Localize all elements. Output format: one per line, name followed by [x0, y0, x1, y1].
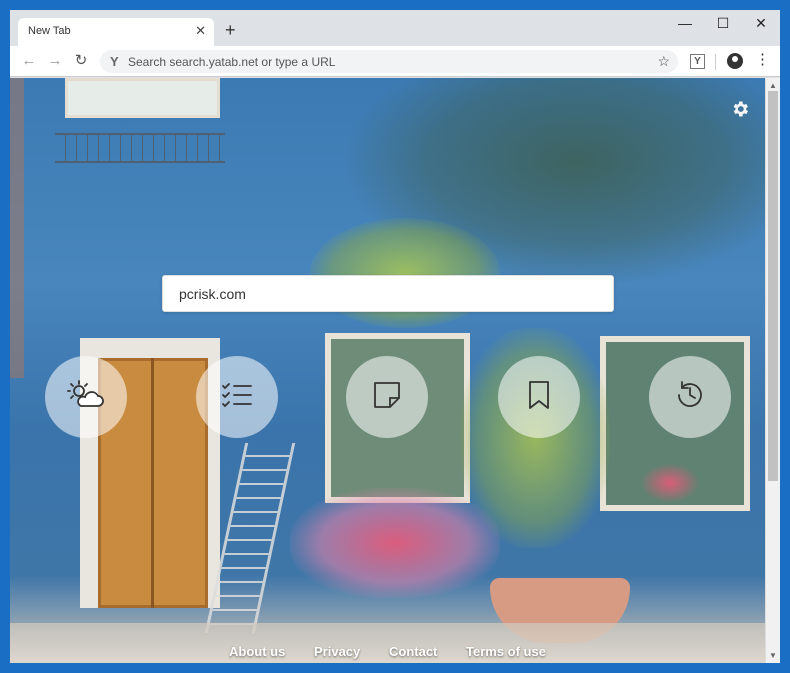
- back-button[interactable]: ←: [20, 53, 38, 69]
- history-button[interactable]: [649, 356, 731, 438]
- weather-button[interactable]: [45, 356, 127, 438]
- history-icon: [674, 379, 706, 416]
- background-flowers: [290, 488, 500, 598]
- background-wall: [10, 78, 24, 378]
- maximize-button[interactable]: ☐: [713, 16, 733, 30]
- star-icon[interactable]: ☆: [657, 53, 670, 70]
- background-window: [65, 78, 220, 118]
- weather-icon: [67, 379, 105, 415]
- bookmarks-button[interactable]: [498, 356, 580, 438]
- checklist-icon: [221, 381, 253, 414]
- todo-button[interactable]: [196, 356, 278, 438]
- tab-close-icon[interactable]: ✕: [195, 24, 206, 38]
- minimize-button[interactable]: —: [675, 16, 695, 30]
- extension-icon[interactable]: Y: [690, 54, 705, 69]
- search-input-value: pcrisk.com: [179, 286, 246, 302]
- terms-link[interactable]: Terms of use: [466, 644, 546, 659]
- scroll-up-icon[interactable]: ▲: [769, 81, 777, 90]
- close-window-button[interactable]: ✕: [751, 16, 771, 30]
- address-placeholder: Search search.yatab.net or type a URL: [128, 55, 336, 69]
- menu-icon[interactable]: ⋮: [755, 52, 770, 68]
- search-input[interactable]: pcrisk.com: [162, 275, 614, 312]
- about-us-link[interactable]: About us: [229, 644, 285, 659]
- title-bar: New Tab ✕ + — ☐ ✕: [10, 10, 780, 46]
- forward-button[interactable]: →: [46, 53, 64, 69]
- note-icon: [372, 380, 402, 415]
- background-flowers: [640, 463, 700, 503]
- browser-window: New Tab ✕ + — ☐ ✕ ← → ↻ Y Search search.…: [10, 10, 780, 663]
- privacy-link[interactable]: Privacy: [314, 644, 360, 659]
- address-bar[interactable]: Y Search search.yatab.net or type a URL …: [100, 50, 678, 73]
- notes-button[interactable]: [346, 356, 428, 438]
- reload-button[interactable]: ↻: [72, 53, 90, 69]
- browser-toolbar: ← → ↻ Y Search search.yatab.net or type …: [10, 46, 780, 77]
- bookmark-icon: [527, 380, 551, 415]
- toolbar-divider: [715, 54, 716, 70]
- contact-link[interactable]: Contact: [389, 644, 437, 659]
- background-door-split: [151, 358, 154, 608]
- yatab-icon: Y: [110, 54, 119, 69]
- new-tab-button[interactable]: +: [225, 21, 236, 39]
- gear-icon[interactable]: [730, 99, 750, 123]
- tab-title: New Tab: [28, 25, 71, 37]
- scroll-down-icon[interactable]: ▼: [769, 651, 777, 660]
- background-railing: [55, 133, 225, 163]
- scrollbar[interactable]: ▲ ▼: [765, 78, 780, 663]
- page-viewport: pcrisk.com About us Privacy Contact Term…: [10, 78, 780, 663]
- tab-new-tab[interactable]: New Tab ✕: [18, 18, 214, 46]
- scrollbar-thumb[interactable]: [768, 91, 778, 481]
- profile-icon[interactable]: [727, 53, 743, 69]
